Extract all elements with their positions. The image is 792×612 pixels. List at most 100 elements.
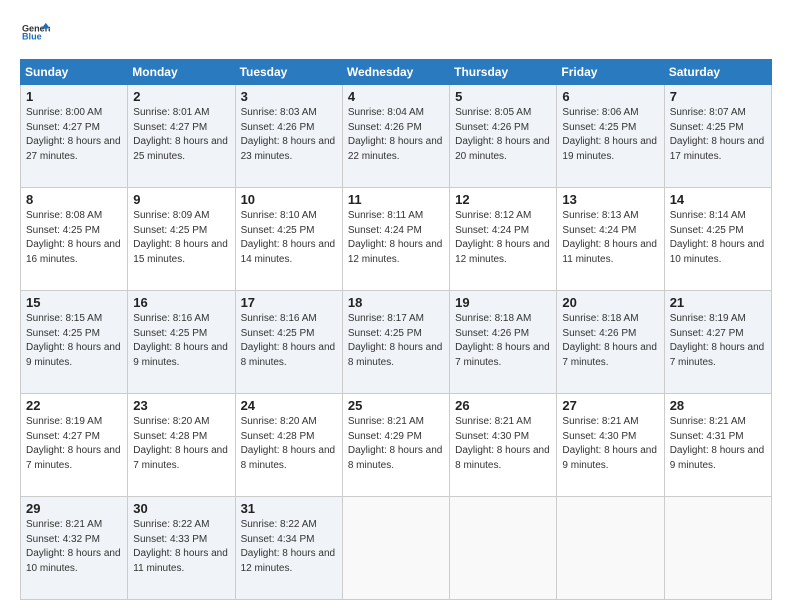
day-number: 23 xyxy=(133,398,229,413)
day-detail: Sunrise: 8:14 AMSunset: 4:25 PMDaylight:… xyxy=(670,209,766,267)
day-number: 5 xyxy=(455,89,551,104)
day-detail: Sunrise: 8:00 AMSunset: 4:27 PMDaylight:… xyxy=(26,106,122,164)
calendar-cell: 5 Sunrise: 8:05 AMSunset: 4:26 PMDayligh… xyxy=(450,85,557,188)
calendar-cell: 12 Sunrise: 8:12 AMSunset: 4:24 PMDaylig… xyxy=(450,188,557,291)
day-detail: Sunrise: 8:21 AMSunset: 4:29 PMDaylight:… xyxy=(348,415,444,473)
page: General Blue SundayMondayTuesdayWednesda… xyxy=(0,0,792,612)
calendar-cell: 29 Sunrise: 8:21 AMSunset: 4:32 PMDaylig… xyxy=(21,497,128,600)
day-number: 29 xyxy=(26,501,122,516)
day-detail: Sunrise: 8:11 AMSunset: 4:24 PMDaylight:… xyxy=(348,209,444,267)
calendar-cell: 14 Sunrise: 8:14 AMSunset: 4:25 PMDaylig… xyxy=(664,188,771,291)
calendar-table: SundayMondayTuesdayWednesdayThursdayFrid… xyxy=(20,59,772,600)
day-detail: Sunrise: 8:21 AMSunset: 4:31 PMDaylight:… xyxy=(670,415,766,473)
day-number: 17 xyxy=(241,295,337,310)
calendar-cell: 10 Sunrise: 8:10 AMSunset: 4:25 PMDaylig… xyxy=(235,188,342,291)
day-detail: Sunrise: 8:22 AMSunset: 4:33 PMDaylight:… xyxy=(133,518,229,576)
day-number: 27 xyxy=(562,398,658,413)
calendar-cell: 25 Sunrise: 8:21 AMSunset: 4:29 PMDaylig… xyxy=(342,394,449,497)
calendar-cell: 11 Sunrise: 8:11 AMSunset: 4:24 PMDaylig… xyxy=(342,188,449,291)
day-detail: Sunrise: 8:19 AMSunset: 4:27 PMDaylight:… xyxy=(26,415,122,473)
day-number: 4 xyxy=(348,89,444,104)
day-number: 22 xyxy=(26,398,122,413)
day-number: 20 xyxy=(562,295,658,310)
calendar-cell: 18 Sunrise: 8:17 AMSunset: 4:25 PMDaylig… xyxy=(342,291,449,394)
day-number: 3 xyxy=(241,89,337,104)
day-detail: Sunrise: 8:16 AMSunset: 4:25 PMDaylight:… xyxy=(133,312,229,370)
calendar-cell: 28 Sunrise: 8:21 AMSunset: 4:31 PMDaylig… xyxy=(664,394,771,497)
day-detail: Sunrise: 8:09 AMSunset: 4:25 PMDaylight:… xyxy=(133,209,229,267)
day-number: 6 xyxy=(562,89,658,104)
col-header-wednesday: Wednesday xyxy=(342,60,449,85)
day-number: 11 xyxy=(348,192,444,207)
day-detail: Sunrise: 8:18 AMSunset: 4:26 PMDaylight:… xyxy=(562,312,658,370)
col-header-thursday: Thursday xyxy=(450,60,557,85)
calendar-cell: 26 Sunrise: 8:21 AMSunset: 4:30 PMDaylig… xyxy=(450,394,557,497)
header: General Blue xyxy=(20,18,772,51)
day-detail: Sunrise: 8:19 AMSunset: 4:27 PMDaylight:… xyxy=(670,312,766,370)
calendar-cell: 22 Sunrise: 8:19 AMSunset: 4:27 PMDaylig… xyxy=(21,394,128,497)
logo: General Blue xyxy=(20,18,50,51)
calendar-cell: 3 Sunrise: 8:03 AMSunset: 4:26 PMDayligh… xyxy=(235,85,342,188)
day-number: 15 xyxy=(26,295,122,310)
day-detail: Sunrise: 8:18 AMSunset: 4:26 PMDaylight:… xyxy=(455,312,551,370)
svg-text:Blue: Blue xyxy=(22,32,42,42)
day-number: 31 xyxy=(241,501,337,516)
calendar-cell: 17 Sunrise: 8:16 AMSunset: 4:25 PMDaylig… xyxy=(235,291,342,394)
day-detail: Sunrise: 8:08 AMSunset: 4:25 PMDaylight:… xyxy=(26,209,122,267)
day-number: 2 xyxy=(133,89,229,104)
day-number: 7 xyxy=(670,89,766,104)
day-detail: Sunrise: 8:04 AMSunset: 4:26 PMDaylight:… xyxy=(348,106,444,164)
day-detail: Sunrise: 8:10 AMSunset: 4:25 PMDaylight:… xyxy=(241,209,337,267)
calendar-cell: 9 Sunrise: 8:09 AMSunset: 4:25 PMDayligh… xyxy=(128,188,235,291)
day-detail: Sunrise: 8:21 AMSunset: 4:32 PMDaylight:… xyxy=(26,518,122,576)
calendar-cell xyxy=(664,497,771,600)
day-detail: Sunrise: 8:21 AMSunset: 4:30 PMDaylight:… xyxy=(455,415,551,473)
day-number: 26 xyxy=(455,398,551,413)
day-detail: Sunrise: 8:17 AMSunset: 4:25 PMDaylight:… xyxy=(348,312,444,370)
col-header-friday: Friday xyxy=(557,60,664,85)
day-number: 13 xyxy=(562,192,658,207)
day-number: 21 xyxy=(670,295,766,310)
calendar-week-0: 1 Sunrise: 8:00 AMSunset: 4:27 PMDayligh… xyxy=(21,85,772,188)
day-number: 9 xyxy=(133,192,229,207)
calendar-cell: 13 Sunrise: 8:13 AMSunset: 4:24 PMDaylig… xyxy=(557,188,664,291)
calendar-cell xyxy=(557,497,664,600)
day-number: 28 xyxy=(670,398,766,413)
calendar-cell: 19 Sunrise: 8:18 AMSunset: 4:26 PMDaylig… xyxy=(450,291,557,394)
calendar-cell: 1 Sunrise: 8:00 AMSunset: 4:27 PMDayligh… xyxy=(21,85,128,188)
calendar-cell: 30 Sunrise: 8:22 AMSunset: 4:33 PMDaylig… xyxy=(128,497,235,600)
calendar-cell xyxy=(342,497,449,600)
day-detail: Sunrise: 8:20 AMSunset: 4:28 PMDaylight:… xyxy=(241,415,337,473)
calendar-cell: 8 Sunrise: 8:08 AMSunset: 4:25 PMDayligh… xyxy=(21,188,128,291)
calendar-header-row: SundayMondayTuesdayWednesdayThursdayFrid… xyxy=(21,60,772,85)
col-header-monday: Monday xyxy=(128,60,235,85)
calendar-cell: 6 Sunrise: 8:06 AMSunset: 4:25 PMDayligh… xyxy=(557,85,664,188)
day-number: 12 xyxy=(455,192,551,207)
calendar-week-2: 15 Sunrise: 8:15 AMSunset: 4:25 PMDaylig… xyxy=(21,291,772,394)
calendar-cell: 21 Sunrise: 8:19 AMSunset: 4:27 PMDaylig… xyxy=(664,291,771,394)
day-detail: Sunrise: 8:12 AMSunset: 4:24 PMDaylight:… xyxy=(455,209,551,267)
day-detail: Sunrise: 8:13 AMSunset: 4:24 PMDaylight:… xyxy=(562,209,658,267)
day-number: 14 xyxy=(670,192,766,207)
day-number: 19 xyxy=(455,295,551,310)
day-detail: Sunrise: 8:15 AMSunset: 4:25 PMDaylight:… xyxy=(26,312,122,370)
calendar-cell xyxy=(450,497,557,600)
calendar-cell: 7 Sunrise: 8:07 AMSunset: 4:25 PMDayligh… xyxy=(664,85,771,188)
day-detail: Sunrise: 8:16 AMSunset: 4:25 PMDaylight:… xyxy=(241,312,337,370)
day-detail: Sunrise: 8:05 AMSunset: 4:26 PMDaylight:… xyxy=(455,106,551,164)
day-number: 30 xyxy=(133,501,229,516)
calendar-cell: 20 Sunrise: 8:18 AMSunset: 4:26 PMDaylig… xyxy=(557,291,664,394)
calendar-cell: 16 Sunrise: 8:16 AMSunset: 4:25 PMDaylig… xyxy=(128,291,235,394)
day-detail: Sunrise: 8:22 AMSunset: 4:34 PMDaylight:… xyxy=(241,518,337,576)
calendar-cell: 23 Sunrise: 8:20 AMSunset: 4:28 PMDaylig… xyxy=(128,394,235,497)
day-detail: Sunrise: 8:21 AMSunset: 4:30 PMDaylight:… xyxy=(562,415,658,473)
calendar-cell: 24 Sunrise: 8:20 AMSunset: 4:28 PMDaylig… xyxy=(235,394,342,497)
day-detail: Sunrise: 8:06 AMSunset: 4:25 PMDaylight:… xyxy=(562,106,658,164)
day-number: 18 xyxy=(348,295,444,310)
day-number: 25 xyxy=(348,398,444,413)
col-header-saturday: Saturday xyxy=(664,60,771,85)
calendar-week-1: 8 Sunrise: 8:08 AMSunset: 4:25 PMDayligh… xyxy=(21,188,772,291)
calendar-week-3: 22 Sunrise: 8:19 AMSunset: 4:27 PMDaylig… xyxy=(21,394,772,497)
logo-icon: General Blue xyxy=(22,18,50,46)
day-number: 1 xyxy=(26,89,122,104)
